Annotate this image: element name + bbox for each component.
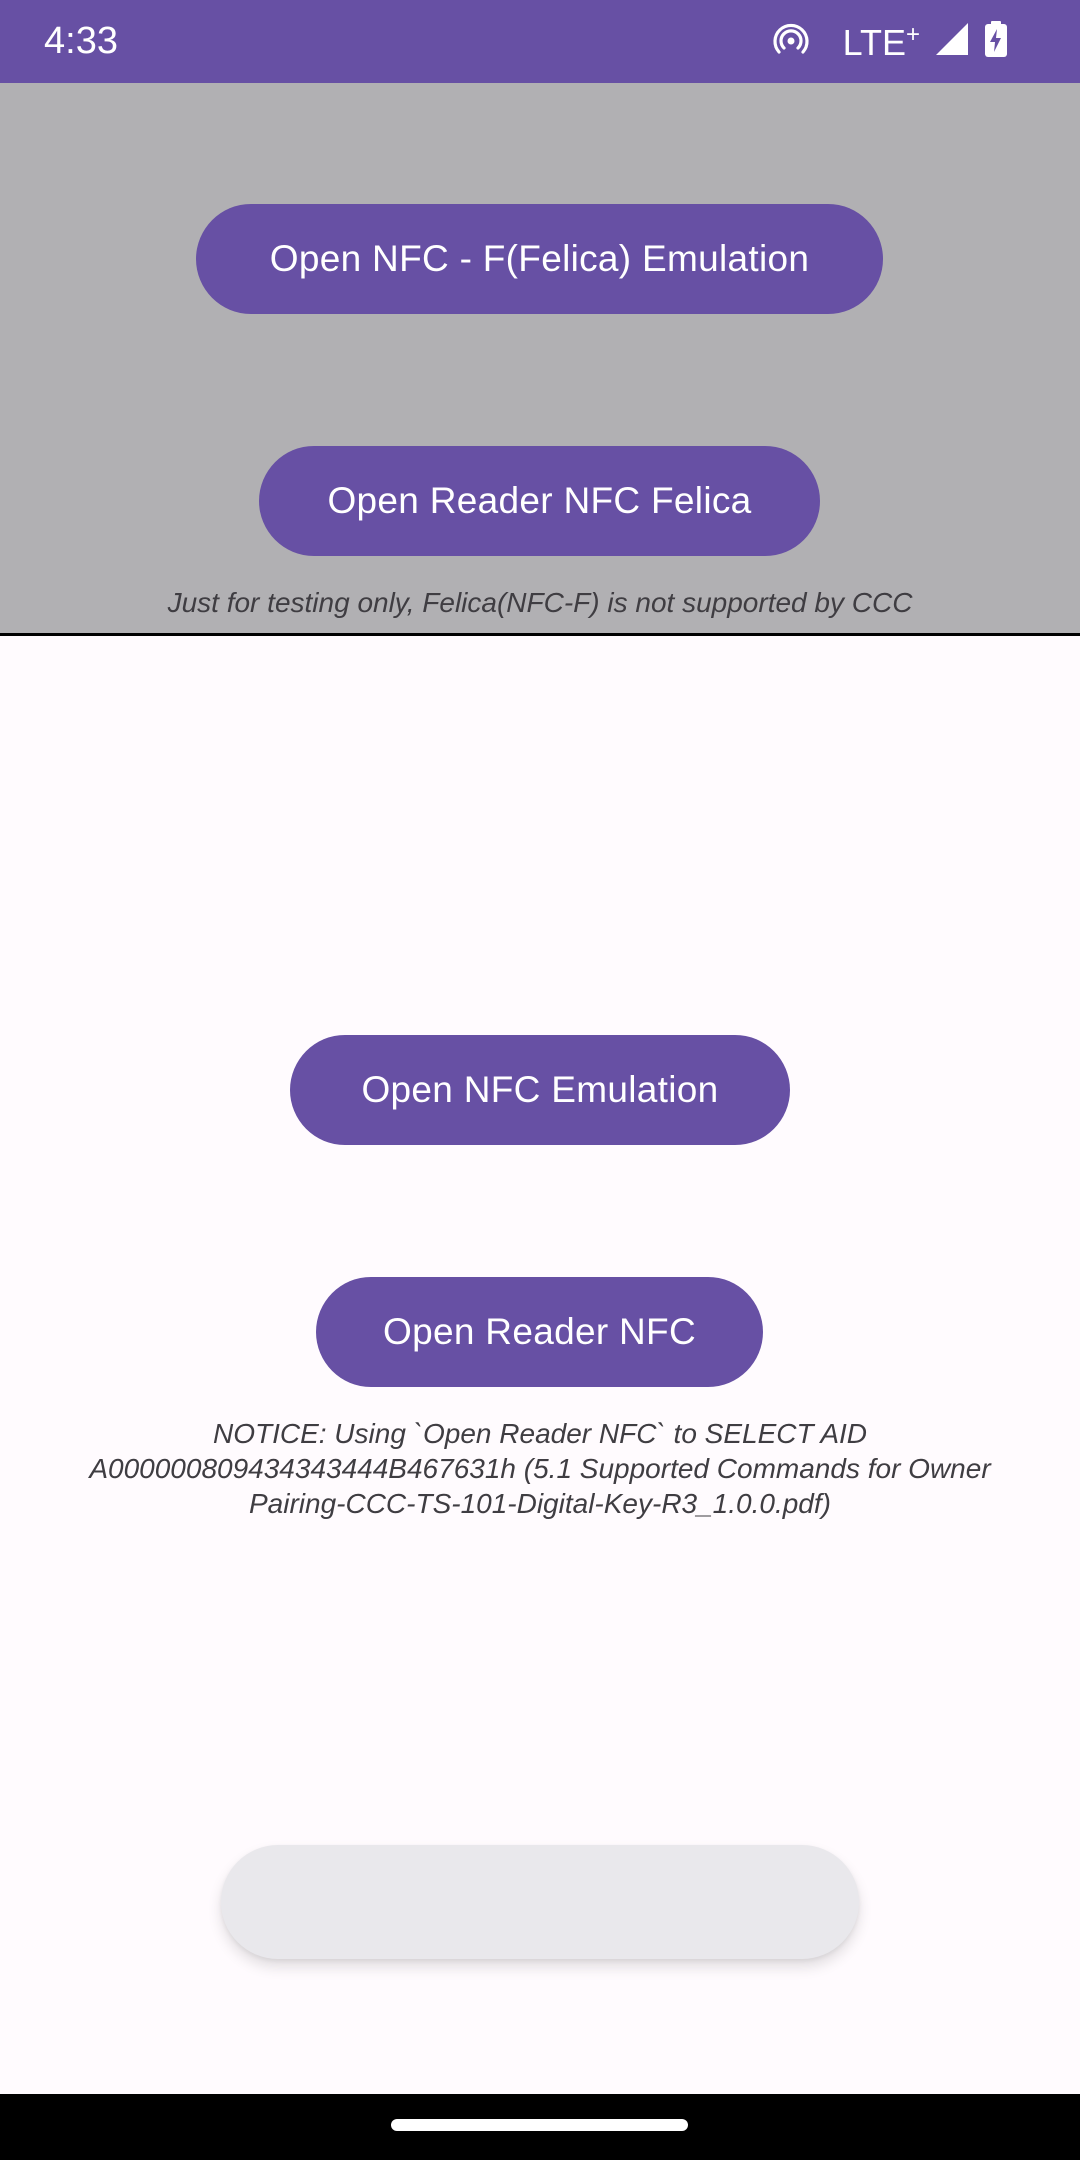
open-felica-emulation-button[interactable]: Open NFC - F(Felica) Emulation [196, 204, 883, 314]
reader-notice-line: Pairing-CCC-TS-101-Digital-Key-R3_1.0.0.… [249, 1488, 831, 1519]
felica-testing-note: Just for testing only, Felica(NFC-F) is … [167, 587, 913, 618]
network-type-label: LTE+ [842, 20, 920, 63]
reader-notice-line: A000000809434343444B467631h (5.1 Support… [89, 1453, 991, 1484]
signal-icon [934, 21, 970, 62]
felica-panel: Open NFC - F(Felica) Emulation Open Read… [0, 83, 1080, 636]
status-time: 4:33 [44, 20, 118, 62]
snackbar [221, 1845, 859, 1959]
reader-notice: NOTICE: Using `Open Reader NFC` to SELEC… [0, 1416, 1080, 1521]
battery-charging-icon [984, 21, 1008, 62]
hotspot-icon [773, 21, 809, 62]
home-gesture-handle[interactable] [391, 2119, 688, 2131]
reader-notice-line: NOTICE: Using `Open Reader NFC` to SELEC… [212, 1418, 868, 1449]
status-bar: 4:33 LTE+ [0, 0, 1080, 83]
status-icons: LTE+ [773, 0, 1008, 83]
open-reader-nfc-button[interactable]: Open Reader NFC [316, 1277, 763, 1387]
open-nfc-emulation-button[interactable]: Open NFC Emulation [290, 1035, 790, 1145]
open-reader-nfc-felica-button[interactable]: Open Reader NFC Felica [259, 446, 820, 556]
